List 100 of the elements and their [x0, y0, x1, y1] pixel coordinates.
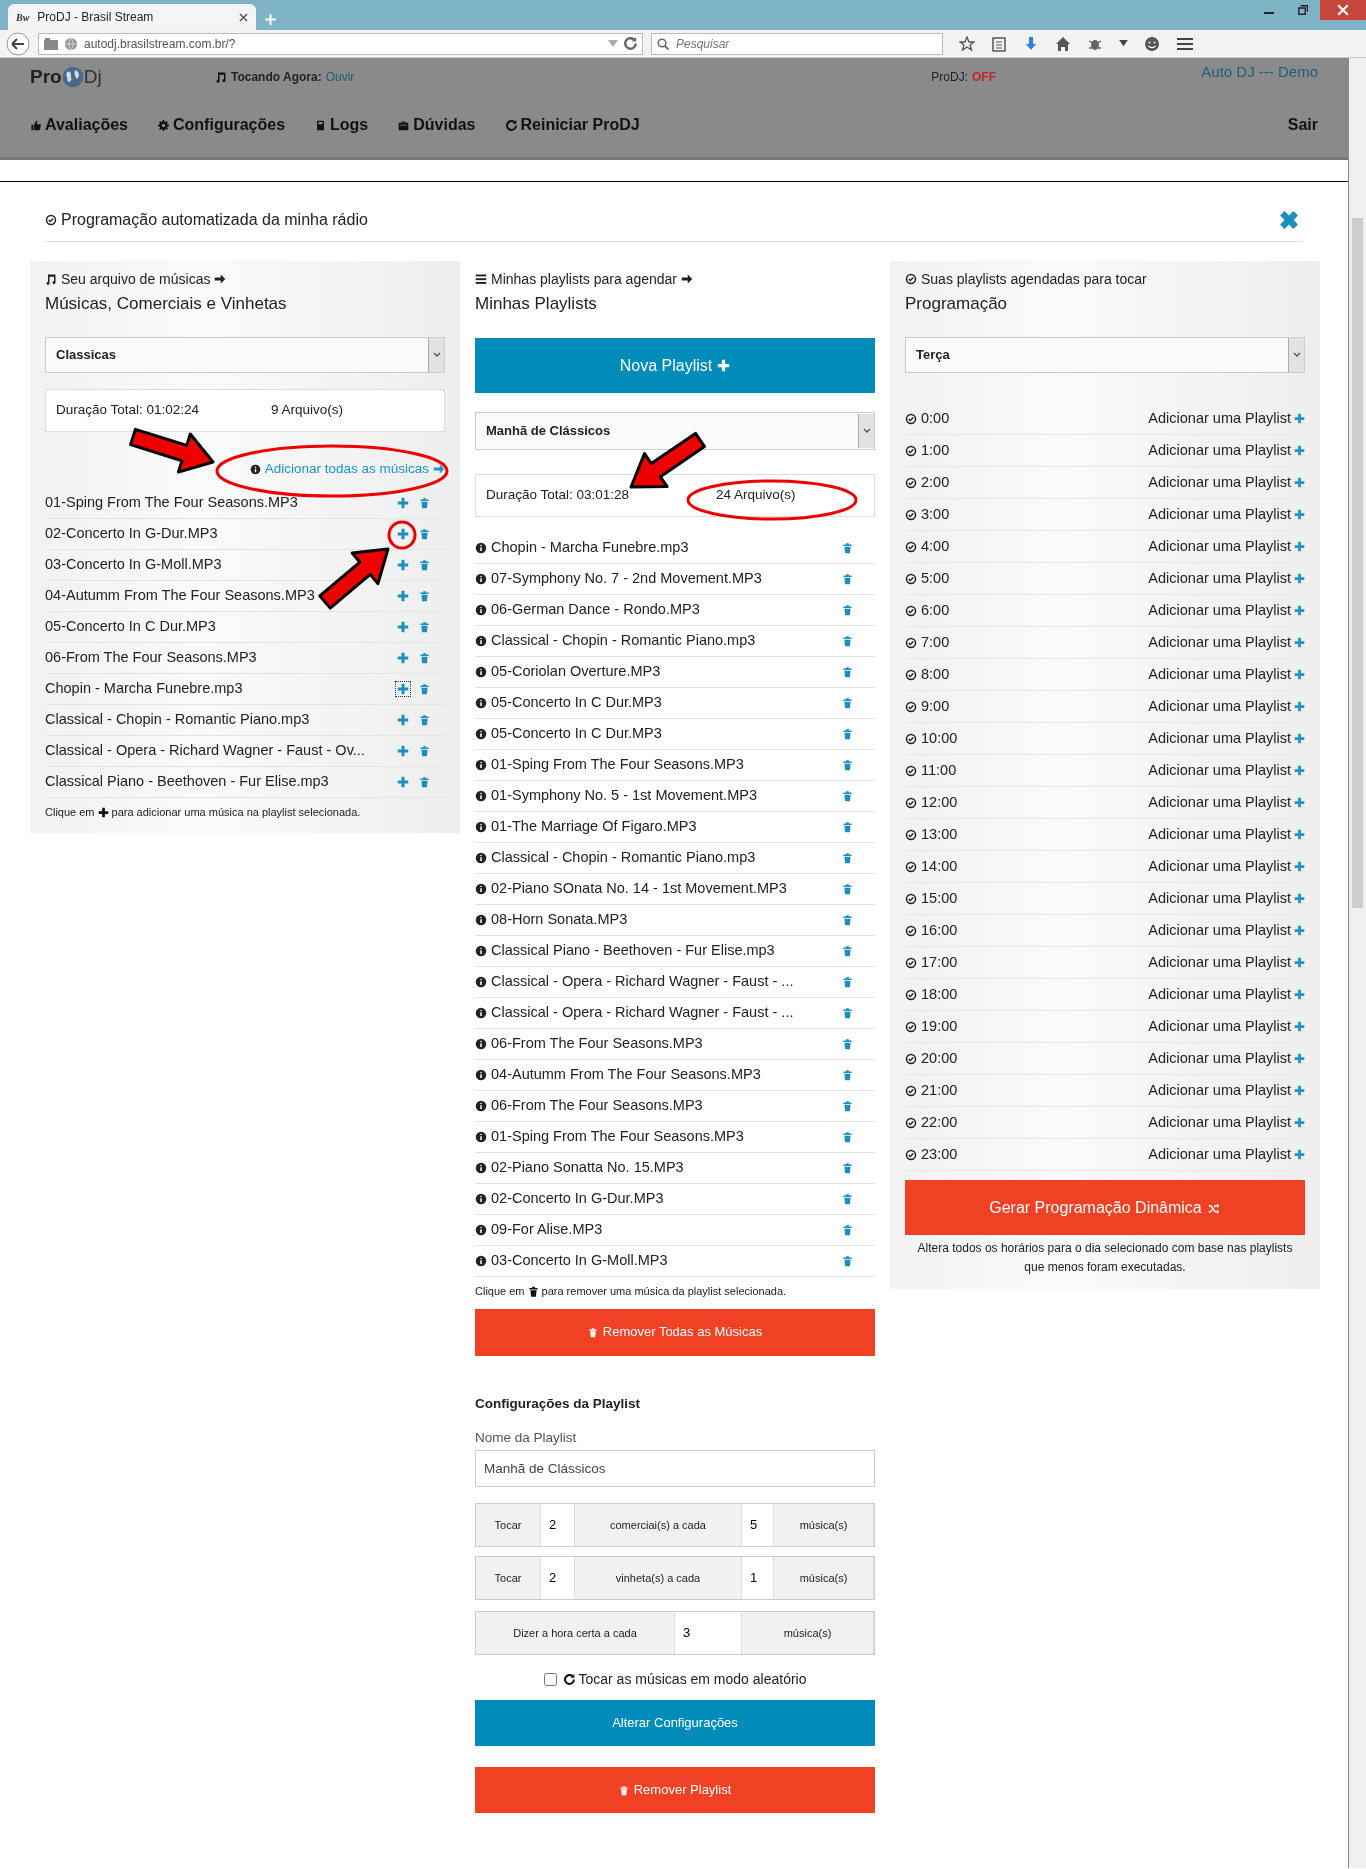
star-icon[interactable] [959, 35, 975, 52]
nav-link[interactable]: Dúvidas [398, 113, 476, 137]
add-playlist-link[interactable]: Adicionar uma Playlist [1148, 887, 1305, 910]
add-playlist-link[interactable]: Adicionar uma Playlist [1148, 535, 1305, 558]
clipboard-icon[interactable] [991, 35, 1007, 52]
delete-button[interactable] [840, 1129, 855, 1145]
delete-button[interactable] [840, 633, 855, 649]
add-playlist-link[interactable]: Adicionar uma Playlist [1148, 919, 1305, 942]
dropdown[interactable]: Manhã de Clássicos [475, 412, 875, 450]
dropdown[interactable]: Terça [905, 337, 1305, 373]
back-button[interactable] [6, 31, 30, 56]
delete-button[interactable] [840, 695, 855, 711]
nav-link[interactable]: Configurações [158, 113, 286, 137]
delete-button[interactable] [840, 788, 855, 804]
clock-icon [905, 1148, 917, 1161]
delete-button[interactable] [840, 819, 855, 835]
add-playlist-link[interactable]: Adicionar uma Playlist [1148, 471, 1305, 494]
delete-button[interactable] [840, 943, 855, 959]
delete-button[interactable] [417, 588, 432, 604]
add-playlist-link[interactable]: Adicionar uma Playlist [1148, 695, 1305, 718]
add-playlist-link[interactable]: Adicionar uma Playlist [1148, 407, 1305, 430]
delete-button[interactable] [840, 912, 855, 928]
delete-button[interactable] [840, 1222, 855, 1238]
home-icon[interactable] [1055, 35, 1071, 52]
delete-button[interactable] [840, 571, 855, 587]
add-playlist-link[interactable]: Adicionar uma Playlist [1148, 503, 1305, 526]
delete-button[interactable] [840, 1036, 855, 1052]
nav-link[interactable]: Logs [315, 113, 369, 137]
reload-icon[interactable] [624, 37, 637, 50]
search-field[interactable]: Pesquisar [651, 32, 943, 55]
remove-playlist-button[interactable]: Remover Playlist [475, 1767, 875, 1813]
plus-icon [1294, 445, 1305, 456]
remove-all-button[interactable]: Remover Todas as Músicas [475, 1308, 875, 1356]
dropdown-icon[interactable] [1119, 40, 1128, 47]
delete-button[interactable] [417, 743, 432, 759]
plus-icon [1294, 893, 1305, 904]
add-playlist-link[interactable]: Adicionar uma Playlist [1148, 1079, 1305, 1102]
nav-link[interactable]: Reiniciar ProDJ [505, 113, 640, 137]
delete-button[interactable] [417, 774, 432, 790]
add-playlist-link[interactable]: Adicionar uma Playlist [1148, 631, 1305, 654]
save-button[interactable]: Alterar Configurações [475, 1700, 875, 1746]
delete-button[interactable] [417, 619, 432, 635]
menu-icon[interactable] [1176, 35, 1194, 52]
add-button[interactable] [395, 681, 411, 697]
smiley-icon[interactable] [1144, 35, 1160, 52]
delete-button[interactable] [840, 1253, 855, 1269]
delete-button[interactable] [840, 1005, 855, 1021]
add-playlist-link[interactable]: Adicionar uma Playlist [1148, 1015, 1305, 1038]
browser-tab[interactable]: Bw ProDJ - Brasil Stream [8, 4, 256, 30]
delete-button[interactable] [840, 1067, 855, 1083]
time-label: 6:00 [921, 600, 950, 620]
delete-button[interactable] [417, 526, 432, 542]
add-playlist-link[interactable]: Adicionar uma Playlist [1148, 791, 1305, 814]
nav-link[interactable]: Avaliações [30, 113, 128, 137]
delete-button[interactable] [417, 495, 432, 511]
add-playlist-link[interactable]: Adicionar uma Playlist [1148, 567, 1305, 590]
new-playlist-button[interactable]: Nova Playlist [475, 338, 875, 393]
add-playlist-link[interactable]: Adicionar uma Playlist [1148, 1111, 1305, 1134]
dropdown[interactable]: Classicas [45, 337, 445, 373]
add-playlist-link[interactable]: Adicionar uma Playlist [1148, 951, 1305, 974]
close-icon[interactable] [239, 12, 248, 22]
add-playlist-link[interactable]: Adicionar uma Playlist [1148, 439, 1305, 462]
delete-button[interactable] [840, 602, 855, 618]
add-playlist-link[interactable]: Adicionar uma Playlist [1148, 983, 1305, 1006]
delete-button[interactable] [417, 712, 432, 728]
delete-button[interactable] [840, 850, 855, 866]
delete-button[interactable] [417, 681, 432, 697]
name-input[interactable]: Manhã de Clássicos [475, 1450, 875, 1487]
add-playlist-link[interactable]: Adicionar uma Playlist [1148, 599, 1305, 622]
caret-icon [1292, 352, 1301, 358]
time-label: 8:00 [921, 664, 950, 684]
restore-icon[interactable] [1298, 5, 1308, 15]
logout-link[interactable]: Sair [1287, 113, 1318, 137]
download-icon[interactable] [1023, 35, 1039, 52]
delete-button[interactable] [840, 664, 855, 680]
add-playlist-link[interactable]: Adicionar uma Playlist [1148, 759, 1305, 782]
delete-button[interactable] [417, 650, 432, 666]
delete-button[interactable] [840, 1160, 855, 1176]
file-name: 01-The Marriage Of Figaro.MP3 [491, 817, 698, 837]
delete-button[interactable] [840, 1191, 855, 1207]
delete-button[interactable] [840, 974, 855, 990]
page-icon [44, 37, 58, 50]
delete-button[interactable] [840, 726, 855, 742]
add-playlist-link[interactable]: Adicionar uma Playlist [1148, 663, 1305, 686]
delete-button[interactable] [840, 757, 855, 773]
shuffle-checkbox[interactable] [543, 1672, 557, 1686]
plus-icon [397, 714, 409, 726]
new-tab-icon[interactable] [264, 13, 277, 26]
add-playlist-link[interactable]: Adicionar uma Playlist [1148, 855, 1305, 878]
delete-button[interactable] [840, 881, 855, 897]
delete-button[interactable] [417, 557, 432, 573]
delete-button[interactable] [840, 1098, 855, 1114]
scrollbar[interactable] [1348, 58, 1366, 1868]
generate-button[interactable]: Gerar Programação Dinâmica [905, 1180, 1305, 1235]
add-playlist-link[interactable]: Adicionar uma Playlist [1148, 727, 1305, 750]
delete-button[interactable] [840, 540, 855, 556]
add-playlist-link[interactable]: Adicionar uma Playlist [1148, 823, 1305, 846]
close-button[interactable] [1320, 0, 1366, 20]
add-playlist-link[interactable]: Adicionar uma Playlist [1148, 1047, 1305, 1070]
add-playlist-link[interactable]: Adicionar uma Playlist [1148, 1143, 1305, 1166]
